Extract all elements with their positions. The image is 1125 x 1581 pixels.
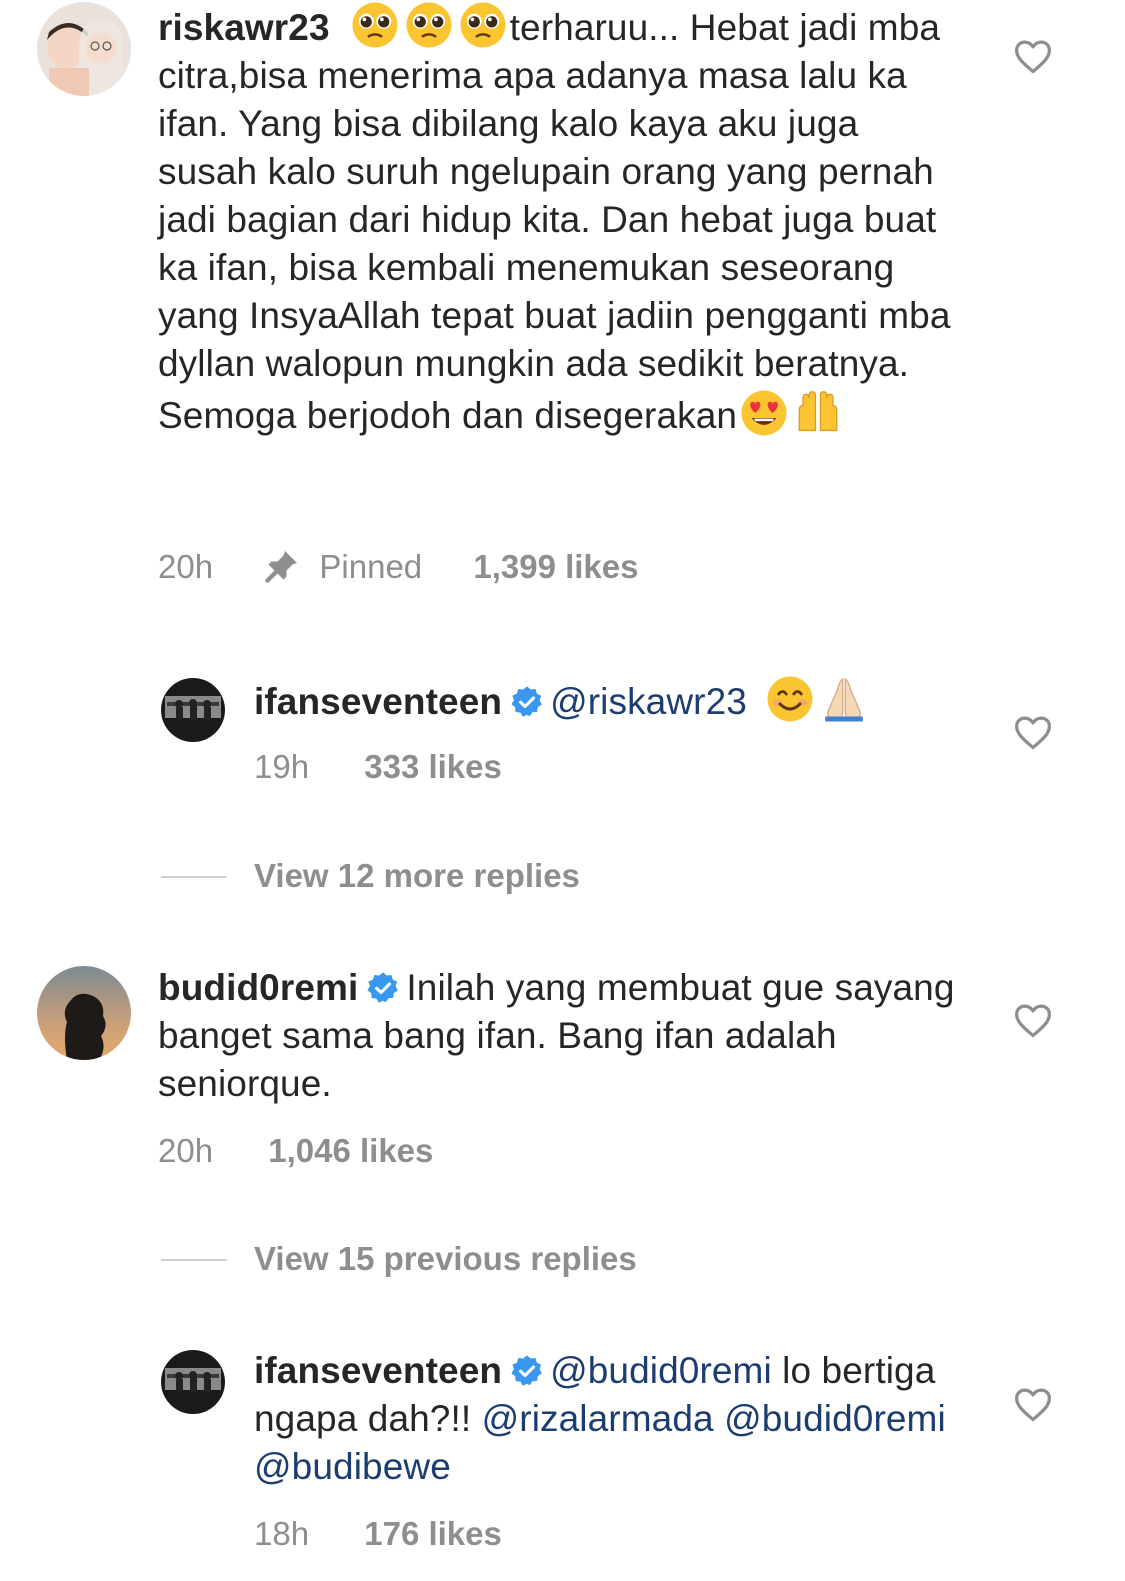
comment-meta: 20h Pinned 1,399 likes bbox=[158, 548, 639, 586]
raising-hands-emoji bbox=[793, 388, 843, 438]
comment-time: 20h bbox=[158, 548, 214, 585]
pinned-label: Pinned bbox=[319, 548, 423, 585]
comment-username[interactable]: budid0remi bbox=[158, 967, 358, 1008]
mention-link[interactable]: @budid0remi bbox=[724, 1398, 946, 1439]
pleading-face-emoji bbox=[350, 0, 400, 50]
comment-meta: 20h 1,046 likes bbox=[158, 1132, 433, 1170]
view-previous-replies-link[interactable]: View 15 previous replies bbox=[254, 1240, 637, 1278]
likes-count[interactable]: 333 likes bbox=[364, 748, 502, 785]
heart-outline-icon[interactable] bbox=[1013, 714, 1053, 750]
comment-time: 20h bbox=[158, 1132, 214, 1169]
avatar[interactable] bbox=[37, 2, 131, 96]
avatar[interactable] bbox=[161, 1350, 225, 1414]
reply-meta: 18h 176 likes bbox=[254, 1515, 502, 1553]
reply-text: ifanseventeen @budid0remi lo bertiga ngap… bbox=[254, 1347, 954, 1491]
reply-time: 19h bbox=[254, 748, 310, 785]
heart-outline-icon[interactable] bbox=[1013, 1002, 1053, 1038]
likes-count[interactable]: 1,399 likes bbox=[473, 548, 638, 585]
view-more-replies-link[interactable]: View 12 more replies bbox=[254, 857, 580, 895]
verified-badge-icon bbox=[366, 971, 400, 1005]
mention-link[interactable]: @budid0remi bbox=[550, 1350, 772, 1391]
pleading-face-emoji bbox=[458, 0, 508, 50]
reply-time: 18h bbox=[254, 1515, 310, 1552]
pleading-face-emoji bbox=[404, 0, 454, 50]
folded-hands-emoji bbox=[819, 674, 869, 724]
reply-meta: 19h 333 likes bbox=[254, 748, 502, 786]
comment-body: terharuu... Hebat jadi mba citra,bisa me… bbox=[158, 7, 951, 436]
heart-outline-icon[interactable] bbox=[1013, 1386, 1053, 1422]
comment-username[interactable]: riskawr23 bbox=[158, 7, 330, 48]
likes-count[interactable]: 176 likes bbox=[364, 1515, 502, 1552]
smiling-face-emoji bbox=[765, 674, 815, 724]
heart-outline-icon[interactable] bbox=[1013, 38, 1053, 74]
mention-link[interactable]: @budibewe bbox=[254, 1446, 451, 1487]
reply-text: ifanseventeen @riskawr23 bbox=[254, 674, 974, 726]
mention-link[interactable]: @rizalarmada bbox=[482, 1398, 714, 1439]
reply-username[interactable]: ifanseventeen bbox=[254, 1350, 502, 1391]
comment-text: riskawr23 terharuu... Hebat jadi mba citr… bbox=[158, 0, 958, 440]
verified-badge-icon bbox=[510, 685, 544, 719]
comment-text: budid0remi Inilah yang membuat gue sayang… bbox=[158, 964, 958, 1108]
divider bbox=[161, 1259, 227, 1261]
verified-badge-icon bbox=[510, 1354, 544, 1388]
divider bbox=[161, 876, 227, 878]
avatar[interactable] bbox=[37, 966, 131, 1060]
pin-icon bbox=[265, 551, 298, 583]
avatar[interactable] bbox=[161, 678, 225, 742]
likes-count[interactable]: 1,046 likes bbox=[268, 1132, 433, 1169]
mention-link[interactable]: @riskawr23 bbox=[550, 681, 747, 722]
reply-username[interactable]: ifanseventeen bbox=[254, 681, 502, 722]
heart-eyes-emoji bbox=[739, 388, 789, 438]
